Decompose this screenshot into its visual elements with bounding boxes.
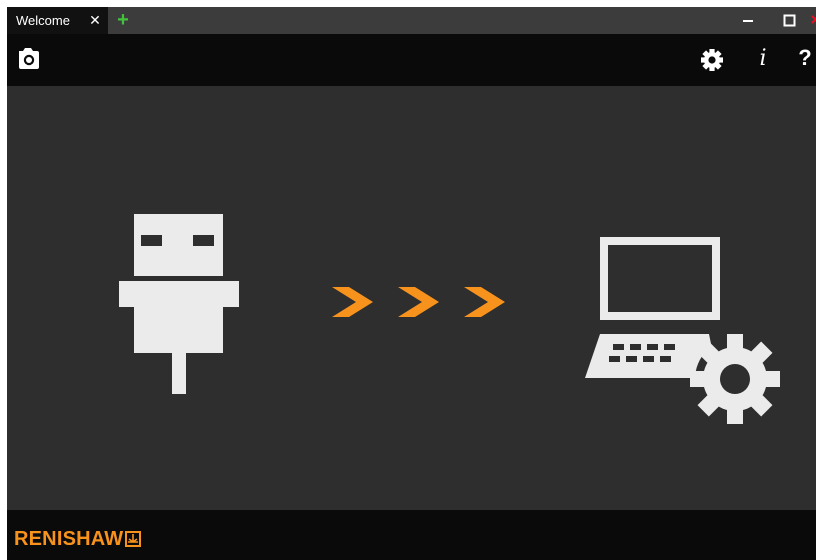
help-icon: ?	[798, 45, 812, 70]
info-icon: i	[759, 46, 767, 71]
usb-plug-icon	[119, 214, 239, 394]
chevron-right-icon	[464, 287, 505, 317]
tab-label: Welcome	[16, 13, 70, 28]
laptop-settings-icon	[585, 237, 780, 424]
close-window-button[interactable]	[807, 7, 816, 34]
add-tab-icon[interactable]: +	[115, 10, 131, 30]
brand-name: RENISHAW	[14, 528, 124, 550]
connection-illustration	[119, 214, 780, 424]
screenshot-button[interactable]	[13, 34, 49, 86]
maximize-button[interactable]	[777, 7, 803, 34]
help-button[interactable]: ?	[789, 34, 816, 86]
close-window-icon	[811, 15, 816, 24]
chevron-right-icon	[398, 287, 439, 317]
camera-icon	[19, 48, 39, 69]
footer: RENISHAW	[7, 510, 816, 560]
gear-icon	[701, 49, 723, 71]
settings-button[interactable]	[694, 34, 730, 86]
info-button[interactable]: i	[745, 34, 781, 86]
renishaw-mark-icon	[125, 531, 142, 547]
brand-logo: RENISHAW	[14, 527, 142, 551]
chevron-right-icon	[332, 287, 373, 317]
welcome-panel	[7, 86, 816, 510]
app-window: Welcome ✕ + i ? RENISHAW	[7, 7, 816, 560]
close-tab-icon[interactable]: ✕	[88, 12, 102, 28]
minimize-button[interactable]	[735, 7, 761, 34]
minimize-icon	[743, 20, 753, 22]
title-bar: Welcome ✕ +	[7, 7, 816, 34]
tab-welcome[interactable]: Welcome ✕	[7, 7, 108, 34]
toolbar: i ?	[7, 34, 816, 86]
maximize-icon	[783, 14, 796, 27]
